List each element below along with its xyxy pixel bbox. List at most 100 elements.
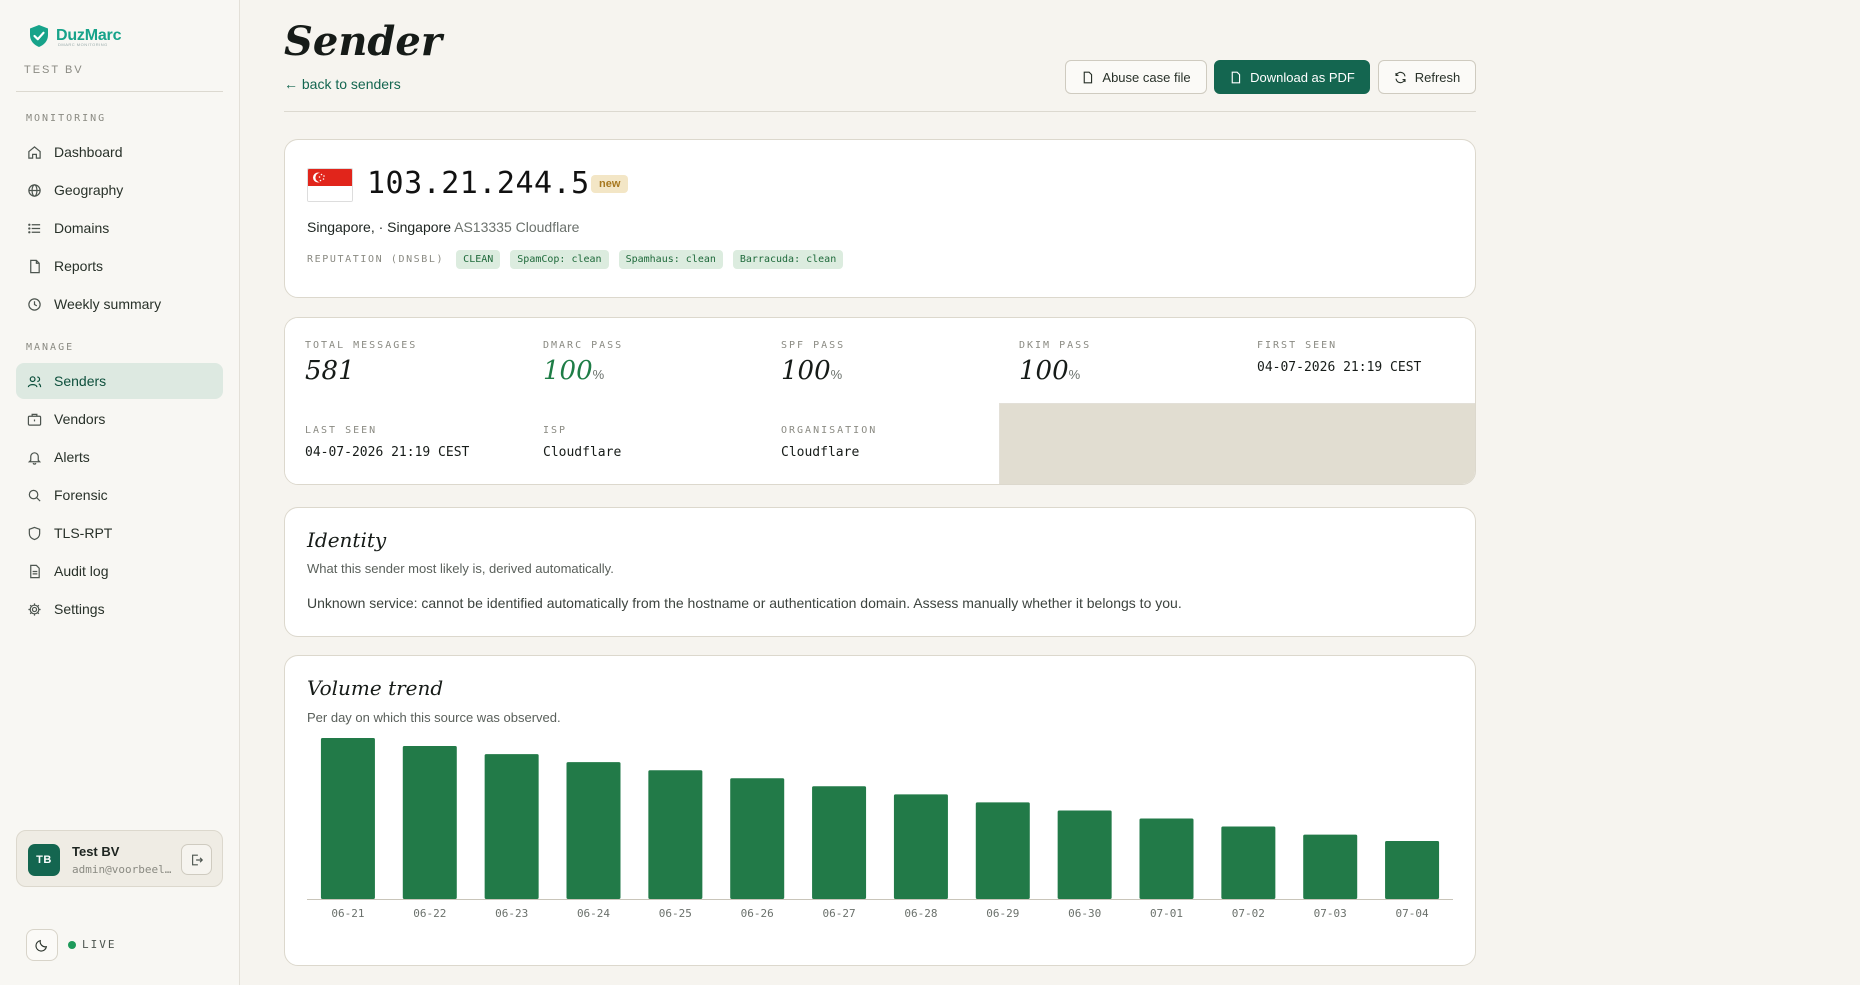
- clock-icon: [28, 297, 41, 311]
- user-card: TB Test BV admin@voorbeel…: [16, 830, 223, 887]
- sidebar-item-geography[interactable]: Geography: [16, 172, 223, 208]
- chart-bar[interactable]: [484, 754, 539, 899]
- stat-organisation: ORGANISATION Cloudflare: [761, 403, 1000, 484]
- new-badge: new: [591, 175, 629, 193]
- chart-bar[interactable]: [566, 762, 621, 899]
- sidebar-item-label: Forensic: [54, 487, 108, 503]
- chart-bar[interactable]: [320, 738, 375, 899]
- chart-bar[interactable]: [975, 802, 1030, 899]
- stat-isp: ISP Cloudflare: [523, 403, 762, 484]
- download-pdf-button[interactable]: Download as PDF: [1214, 60, 1370, 94]
- sidebar-item-dashboard[interactable]: Dashboard: [16, 134, 223, 170]
- header-divider: [284, 111, 1476, 112]
- document-icon: [30, 564, 40, 578]
- identity-title: Identity: [307, 528, 387, 552]
- volume-trend-card: Volume trend Per day on which this sourc…: [284, 655, 1476, 966]
- x-tick-label: 07-02: [1232, 907, 1265, 920]
- theme-toggle-button[interactable]: [26, 929, 58, 961]
- sidebar-item-tls-rpt[interactable]: TLS-RPT: [16, 515, 223, 551]
- globe-icon: [28, 183, 41, 197]
- user-name: Test BV: [72, 844, 120, 859]
- file-icon: [1084, 71, 1093, 83]
- location-text: Singapore, · Singapore: [307, 219, 451, 235]
- abuse-case-file-button[interactable]: Abuse case file: [1065, 60, 1207, 94]
- reputation-row: REPUTATION (DNSBL) CLEAN SpamCop: clean …: [307, 250, 844, 269]
- user-email: admin@voorbeel…: [72, 863, 172, 876]
- sidebar-item-domains[interactable]: Domains: [16, 210, 223, 246]
- stat-value: 100%: [543, 356, 604, 386]
- stat-unit: %: [830, 367, 843, 382]
- x-tick-label: 06-21: [331, 907, 364, 920]
- stat-value: 100%: [781, 356, 842, 386]
- chart-bar[interactable]: [1385, 841, 1440, 899]
- sidebar-item-reports[interactable]: Reports: [16, 248, 223, 284]
- refresh-icon: [1395, 71, 1406, 83]
- stat-value: 100%: [1019, 356, 1080, 386]
- stat-dmarc-pass: DMARC PASS 100%: [523, 318, 762, 404]
- users-icon: [27, 375, 42, 387]
- x-tick-label: 06-23: [495, 907, 528, 920]
- stat-value: Cloudflare: [543, 445, 622, 460]
- stat-label: TOTAL MESSAGES: [305, 340, 418, 351]
- brand-tagline: DMARC MONITORING: [58, 42, 108, 47]
- x-tick-label: 07-01: [1150, 907, 1183, 920]
- brand-logo[interactable]: DuzMarc DMARC MONITORING: [28, 24, 121, 48]
- logout-button[interactable]: [181, 844, 212, 875]
- chart-bar[interactable]: [402, 746, 457, 899]
- back-to-senders-link[interactable]: ← back to senders: [284, 76, 401, 92]
- sidebar-item-senders[interactable]: Senders: [16, 363, 223, 399]
- stat-value: 581: [305, 356, 355, 386]
- shield-check-icon: [30, 25, 48, 47]
- chart-bar[interactable]: [1221, 826, 1276, 899]
- button-label: Abuse case file: [1102, 69, 1191, 85]
- stat-label: DMARC PASS: [543, 340, 624, 351]
- x-tick-label: 07-04: [1396, 907, 1429, 920]
- chart-bar[interactable]: [812, 786, 867, 899]
- stat-number: 100: [1019, 356, 1069, 386]
- stat-unit: %: [592, 367, 605, 382]
- live-dot: [68, 940, 76, 949]
- chart-bar[interactable]: [648, 770, 703, 899]
- stat-spf-pass: SPF PASS 100%: [761, 318, 1000, 404]
- sidebar-item-label: Geography: [54, 182, 124, 198]
- identity-subtitle: What this sender most likely is, derived…: [307, 561, 614, 576]
- identity-body: Unknown service: cannot be identified au…: [307, 595, 1182, 611]
- sidebar-item-weekly-summary[interactable]: Weekly summary: [16, 286, 223, 322]
- stat-first-seen: FIRST SEEN 04-07-2026 21:19 CEST: [1237, 318, 1475, 404]
- chart-bar[interactable]: [1057, 810, 1112, 899]
- refresh-button[interactable]: Refresh: [1378, 60, 1476, 94]
- sidebar-item-audit-log[interactable]: Audit log: [16, 553, 223, 589]
- sidebar-item-vendors[interactable]: Vendors: [16, 401, 223, 437]
- chart-bar[interactable]: [730, 778, 785, 899]
- sender-summary-card: 103.21.244.5 new Singapore, · Singapore …: [284, 139, 1476, 298]
- stat-total-messages: TOTAL MESSAGES 581: [285, 318, 524, 404]
- sidebar-item-alerts[interactable]: Alerts: [16, 439, 223, 475]
- shield-icon: [28, 526, 41, 540]
- stat-value: 04-07-2026 21:19 CEST: [305, 445, 470, 460]
- page-title: Sender: [284, 18, 442, 65]
- stats-filler: [1000, 404, 1475, 484]
- chart-bar[interactable]: [1303, 834, 1358, 899]
- sidebar-item-label: Settings: [54, 601, 105, 617]
- x-tick-label: 07-03: [1314, 907, 1347, 920]
- section-label-manage: MANAGE: [26, 342, 75, 353]
- button-label: Download as PDF: [1250, 69, 1355, 85]
- button-label: Refresh: [1414, 69, 1461, 85]
- org-name: TEST BV: [24, 64, 84, 76]
- chart-bar[interactable]: [893, 794, 948, 899]
- chart-bar[interactable]: [1139, 818, 1194, 900]
- sidebar-item-forensic[interactable]: Forensic: [16, 477, 223, 513]
- sidebar-item-settings[interactable]: Settings: [16, 591, 223, 627]
- sidebar-item-label: Audit log: [54, 563, 109, 579]
- stats-grid: TOTAL MESSAGES 581 DMARC PASS 100% SPF P…: [284, 317, 1476, 485]
- volume-subtitle: Per day on which this source was observe…: [307, 710, 561, 725]
- home-icon: [28, 145, 41, 159]
- stat-value: Cloudflare: [781, 445, 860, 460]
- sidebar-item-label: TLS-RPT: [54, 525, 113, 541]
- reputation-badge: CLEAN: [456, 250, 501, 269]
- volume-title: Volume trend: [307, 676, 444, 700]
- singapore-flag-icon: [307, 168, 353, 202]
- stat-label: SPF PASS: [781, 340, 846, 351]
- x-tick-label: 06-22: [413, 907, 446, 920]
- stat-label: LAST SEEN: [305, 425, 378, 436]
